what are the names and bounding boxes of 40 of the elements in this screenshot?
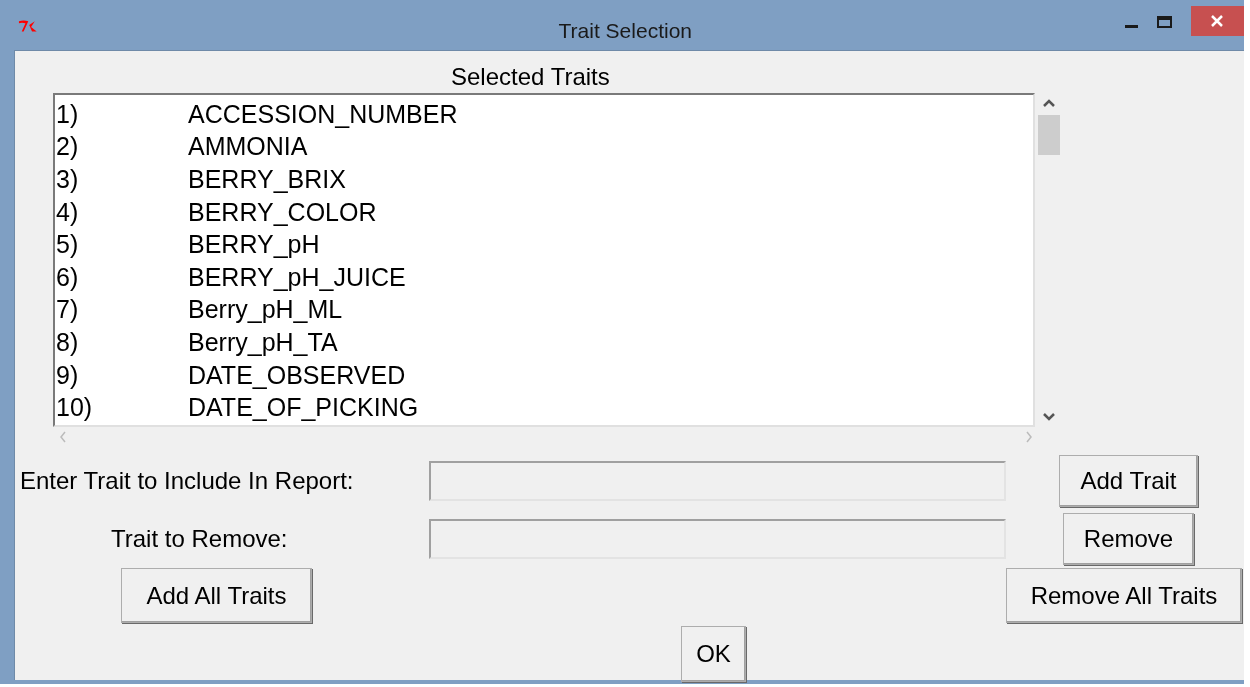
trait-name: BERRY_COLOR — [188, 199, 377, 225]
include-label: Enter Trait to Include In Report: — [20, 466, 355, 496]
trait-name: Berry_pH_ML — [188, 297, 343, 323]
add-trait-button[interactable]: Add Trait — [1059, 455, 1198, 507]
scroll-left-icon[interactable] — [59, 431, 67, 443]
window-title: Trait Selection — [558, 18, 693, 44]
item-number: 5) — [55, 232, 80, 258]
trait-name: DATE_OBSERVED — [188, 362, 406, 388]
remove-trait-field[interactable] — [429, 519, 1006, 559]
add-all-traits-button[interactable]: Add All Traits — [121, 568, 312, 623]
remove-button[interactable]: Remove — [1063, 513, 1194, 565]
trait-name: BERRY_pH_JUICE — [188, 264, 406, 290]
remove-label: Trait to Remove: — [111, 524, 289, 554]
item-number: 8) — [55, 329, 80, 355]
item-number: 9) — [55, 362, 80, 388]
scroll-right-icon[interactable] — [1025, 431, 1033, 443]
item-number: 4) — [55, 199, 80, 225]
feather-icon — [18, 19, 39, 33]
scroll-thumb[interactable] — [1038, 115, 1060, 155]
trait-name: AMMONIA — [188, 134, 308, 160]
trait-listbox[interactable]: 1) ACCESSION_NUMBER 2) AMMONIA 3) BERRY_BRIX 4) BERRY_COLOR 5) BERRY_pH 6) BERRY_pH_JUICE 7) Berry_pH_ML 8) Berry_pH_TA 9) DATE_OBSERVED 10) DATE_OF_PICKING — [53, 93, 1035, 427]
item-number: 7) — [55, 297, 80, 323]
trait-name: ACCESSION_NUMBER — [188, 101, 458, 127]
scroll-down-icon[interactable] — [1043, 413, 1055, 421]
item-number: 6) — [55, 264, 80, 290]
scroll-up-icon[interactable] — [1043, 99, 1055, 107]
list-title: Selected Traits — [451, 62, 610, 92]
ok-button[interactable]: OK — [681, 626, 746, 682]
item-number: 1) — [55, 101, 80, 127]
item-number: 3) — [55, 167, 80, 192]
include-trait-field[interactable] — [429, 461, 1006, 501]
close-icon — [1210, 14, 1225, 28]
trait-name: Berry_pH_TA — [188, 329, 338, 355]
trait-name: BERRY_pH — [188, 232, 320, 258]
trait-name: BERRY_BRIX — [188, 167, 346, 192]
remove-all-traits-button[interactable]: Remove All Traits — [1006, 568, 1242, 623]
close-button[interactable] — [1190, 6, 1244, 36]
item-number: 10) — [55, 395, 94, 421]
trait-name: DATE_OF_PICKING — [188, 395, 419, 421]
item-number: 2) — [55, 134, 80, 160]
